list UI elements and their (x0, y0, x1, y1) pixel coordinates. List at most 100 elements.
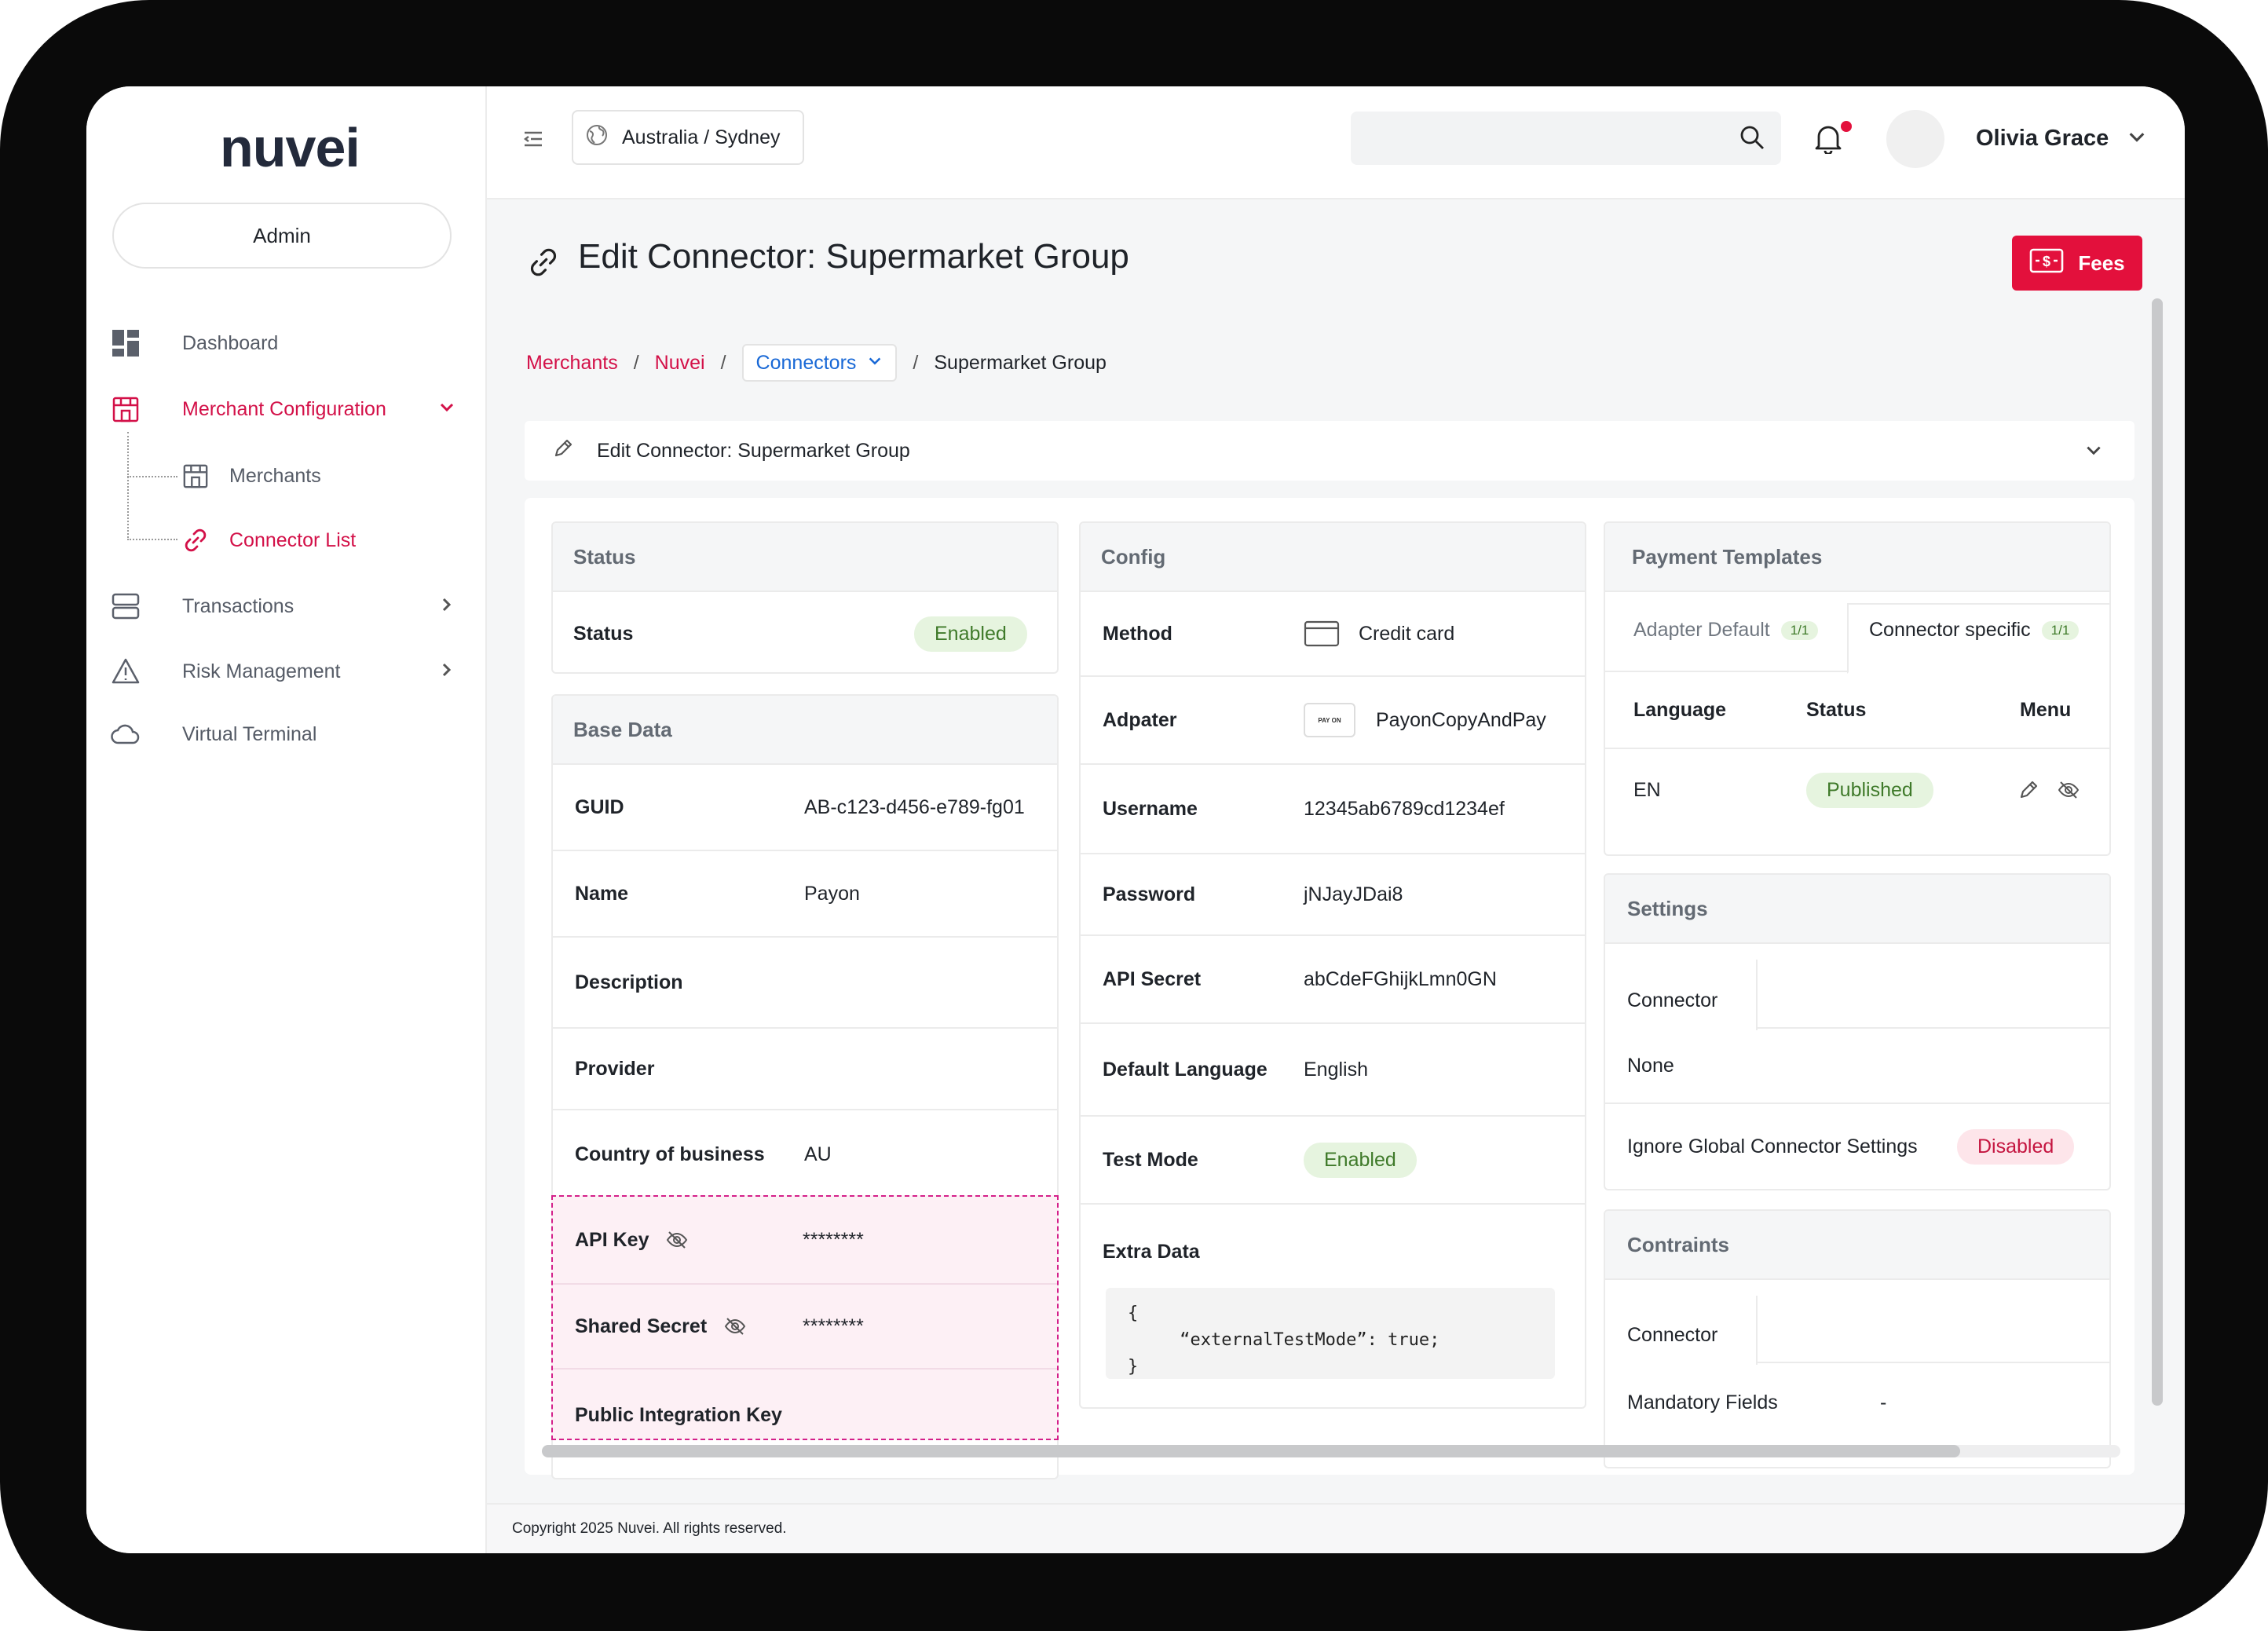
search-input[interactable] (1351, 112, 1781, 165)
eye-off-icon[interactable] (666, 1231, 688, 1249)
nuvei-logo[interactable]: nuvei (220, 116, 360, 179)
device-frame: nuvei Admin Dashboard Merchant Configura… (0, 0, 2268, 1631)
scrollbar-thumb[interactable] (542, 1445, 1960, 1457)
timezone-selector[interactable]: Australia / Sydney (572, 110, 804, 165)
field-label-text: Shared Secret (575, 1315, 708, 1337)
tree-connector-line (127, 539, 177, 540)
sidebar-item-label: Dashboard (182, 331, 279, 354)
constraints-row-mandatory: Mandatory Fields - (1605, 1363, 2109, 1442)
chevron-down-icon[interactable] (2084, 441, 2103, 466)
chevron-down-icon[interactable] (2127, 127, 2147, 152)
field-label: Password (1103, 883, 1196, 905)
link-icon (526, 245, 561, 283)
card-title: Status (553, 523, 1057, 592)
extra-data-code[interactable]: { “externalTestMode”: true; } (1106, 1288, 1555, 1379)
collapse-menu-icon[interactable] (523, 130, 543, 152)
chevron-right-icon[interactable] (438, 660, 455, 684)
fees-button[interactable]: $ Fees (2012, 236, 2142, 291)
store-icon (181, 461, 210, 491)
tab-connector-specific[interactable]: Connector specific 1/1 (1869, 619, 2080, 642)
disabled-badge[interactable]: Disabled (1957, 1128, 2075, 1165)
field-value[interactable]: abCdeFGhijkLmn0GN (1304, 968, 1497, 991)
chevron-right-icon[interactable] (438, 594, 455, 619)
payment-templates-card: Payment Templates Adapter Default 1/1 Co… (1604, 521, 2111, 856)
field-value[interactable]: Credit card (1359, 623, 1454, 645)
sidebar-item-transactions[interactable]: Transactions (110, 584, 463, 628)
fees-label: Fees (2078, 251, 2125, 275)
language-cell: EN (1633, 778, 1661, 801)
card-title: Base Data (553, 696, 1057, 765)
constraints-tabs: Connector (1605, 1280, 2109, 1365)
field-value[interactable]: PayonCopyAndPay (1376, 709, 1546, 732)
template-table-header: Language Status Menu (1605, 672, 2109, 749)
field-label: Shared Secret (575, 1315, 746, 1338)
breadcrumb-select-label: Connectors (755, 351, 857, 374)
masked-value: ******** (803, 1228, 864, 1251)
config-card: Config Method Credit card Adpater PAY ON (1079, 521, 1586, 1409)
tab-label: Connector specific (1869, 619, 2031, 641)
breadcrumb-connectors-select[interactable]: Connectors (741, 344, 898, 382)
base-data-row-guid: GUID AB-c123-d456-e789-fg01 (553, 765, 1057, 851)
user-name[interactable]: Olivia Grace (1976, 126, 2109, 152)
config-row-test-mode: Test Mode Enabled (1081, 1117, 1585, 1205)
base-data-row-public-key: Public Integration Key (553, 1370, 1057, 1439)
tab-connector[interactable]: Connector (1627, 1324, 1717, 1347)
main-content: Merchants / Nuvei / Connectors / Superma… (487, 322, 2185, 1503)
field-label: Name (575, 882, 629, 905)
connector-details-panel[interactable]: Status Status Enabled Base Data GUID AB-… (525, 498, 2134, 1479)
search-icon[interactable] (1739, 124, 1765, 155)
count-badge: 1/1 (2041, 620, 2080, 640)
copyright-text: Copyright 2025 Nuvei. All rights reserve… (512, 1520, 787, 1537)
sidebar-item-merchant-configuration[interactable]: Merchant Configuration (110, 387, 463, 431)
tab-adapter-default[interactable]: Adapter Default 1/1 (1633, 619, 1819, 642)
page-title: Edit Connector: Supermarket Group (578, 237, 1129, 276)
field-value[interactable]: English (1304, 1059, 1368, 1081)
eye-off-icon[interactable] (2058, 781, 2080, 799)
config-row-default-language: Default Language English (1081, 1024, 1585, 1117)
sidebar-item-label: Transactions (182, 594, 294, 617)
sidebar-item-dashboard[interactable]: Dashboard (110, 321, 463, 365)
field-value[interactable]: Payon (804, 883, 860, 905)
bell-icon[interactable] (1814, 123, 1842, 158)
admin-role-button[interactable]: Admin (112, 203, 452, 269)
tab-label: Adapter Default (1633, 619, 1770, 641)
chevron-down-icon[interactable] (438, 397, 455, 422)
tab-connector[interactable]: Connector (1627, 989, 1717, 1012)
timezone-label: Australia / Sydney (622, 126, 781, 148)
pencil-icon[interactable] (2018, 780, 2039, 800)
scrollbar-thumb[interactable] (2152, 298, 2163, 1406)
eye-off-icon[interactable] (724, 1317, 746, 1336)
card-title: Payment Templates (1605, 523, 2109, 592)
field-value[interactable]: jNJayJDai8 (1304, 883, 1403, 906)
count-badge: 1/1 (1780, 620, 1819, 640)
edit-connector-accordion[interactable]: Edit Connector: Supermarket Group (525, 421, 2134, 481)
store-icon (110, 393, 141, 425)
tree-connector-line (127, 432, 129, 538)
field-value[interactable]: AB-c123-d456-e789-fg01 (804, 796, 1025, 819)
settings-tabs: Connector (1605, 944, 2109, 1030)
breadcrumb-merchants[interactable]: Merchants (526, 352, 618, 375)
sidebar-subitem-merchants[interactable]: Merchants (181, 456, 321, 496)
field-label: Default Language (1103, 1058, 1268, 1081)
field-label: Adpater (1103, 708, 1177, 731)
sidebar-subitem-connector-list[interactable]: Connector List (181, 521, 356, 560)
sidebar-item-virtual-terminal[interactable]: Virtual Terminal (110, 712, 463, 756)
field-value[interactable]: None (1627, 1055, 1674, 1077)
sidebar-item-risk-management[interactable]: Risk Management (110, 649, 463, 693)
breadcrumb-nuvei[interactable]: Nuvei (655, 352, 705, 375)
transactions-icon (110, 591, 141, 622)
horizontal-scrollbar[interactable] (542, 1445, 2120, 1457)
vertical-scrollbar[interactable] (2152, 298, 2163, 1406)
field-value[interactable]: 12345ab6789cd1234ef (1304, 798, 1505, 821)
payon-logo: PAY ON (1304, 703, 1355, 737)
field-label: Country of business (575, 1143, 765, 1165)
field-value[interactable]: AU (804, 1143, 832, 1166)
card-title: Config (1081, 523, 1585, 592)
warning-icon (110, 656, 141, 687)
field-value: - (1880, 1391, 1887, 1413)
field-label: API Secret (1103, 967, 1202, 990)
breadcrumb-separator: / (913, 351, 919, 374)
tree-connector-line (127, 476, 177, 477)
accordion-label: Edit Connector: Supermarket Group (597, 439, 910, 462)
avatar[interactable] (1886, 110, 1944, 168)
